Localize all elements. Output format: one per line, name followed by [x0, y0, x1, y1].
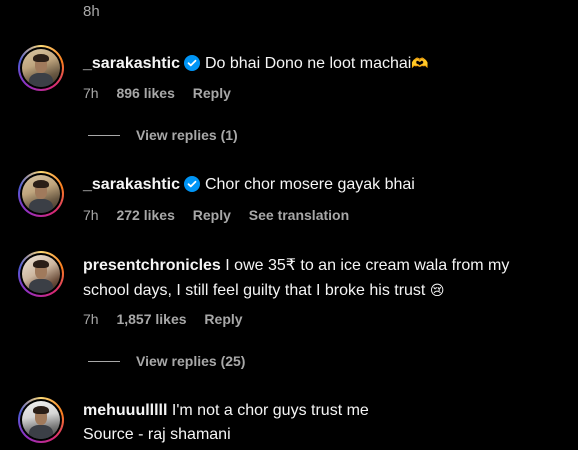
- comment-time: 7h: [83, 311, 99, 327]
- comment-text: I'm not a chor guys trust me: [171, 402, 369, 419]
- likes-count[interactable]: 896 likes: [116, 85, 174, 101]
- previous-comment-timestamp: 8h: [83, 3, 100, 20]
- reply-button[interactable]: Reply: [204, 311, 242, 327]
- comment-username[interactable]: mehuuulllll: [83, 402, 167, 419]
- verified-badge-icon: [183, 55, 200, 71]
- avatar[interactable]: [18, 251, 64, 297]
- avatar[interactable]: [18, 171, 64, 217]
- reply-button[interactable]: Reply: [193, 207, 231, 223]
- avatar[interactable]: [18, 45, 64, 91]
- comment-text: Chor chor mosere gayak bhai: [204, 176, 415, 193]
- comment-text-line-2: Source - raj shamani: [83, 426, 231, 443]
- divider-line: [88, 360, 120, 362]
- likes-count[interactable]: 1,857 likes: [116, 311, 186, 327]
- verified-badge-icon: [183, 176, 200, 192]
- view-replies-button[interactable]: View replies (1): [88, 127, 238, 143]
- comment-username[interactable]: _sarakashtic: [83, 55, 180, 72]
- comment-text: Do bhai Dono ne loot machai: [204, 55, 412, 72]
- avatar[interactable]: [18, 397, 64, 443]
- heart-hands-emoji-icon: 🫶: [411, 55, 429, 71]
- divider-line: [88, 134, 120, 136]
- reply-button[interactable]: Reply: [193, 85, 231, 101]
- comment-username[interactable]: presentchronicles: [83, 257, 221, 274]
- comment-time: 7h: [83, 207, 99, 223]
- view-replies-label: View replies (1): [136, 127, 238, 143]
- see-translation-button[interactable]: See translation: [249, 207, 349, 223]
- comment-username[interactable]: _sarakashtic: [83, 176, 180, 193]
- comment-time: 7h: [83, 85, 99, 101]
- likes-count[interactable]: 272 likes: [116, 207, 174, 223]
- view-replies-button[interactable]: View replies (25): [88, 353, 245, 369]
- crying-face-emoji-icon: 😢: [429, 282, 445, 298]
- view-replies-label: View replies (25): [136, 353, 246, 369]
